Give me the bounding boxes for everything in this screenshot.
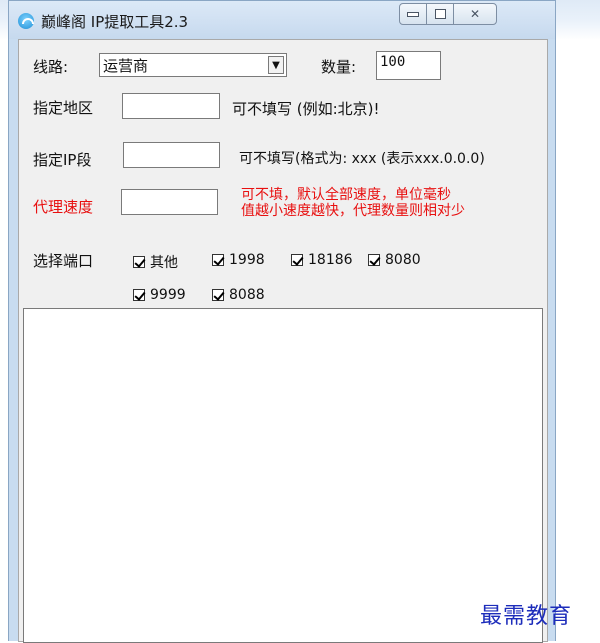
close-icon: ✕: [469, 7, 481, 21]
ip-segment-hint: 可不填写(格式为: xxx (表示xxx.0.0.0): [239, 151, 485, 167]
ip-segment-label: 指定IP段: [33, 151, 92, 169]
watermark-text: 最需教育: [480, 604, 573, 629]
region-input[interactable]: [122, 93, 220, 119]
region-hint: 可不填写 (例如:北京)!: [232, 100, 380, 118]
app-window: 巅峰阁 IP提取工具2.3 ✕ 线路: 运营商 ▼ 数量: 100 指定地区 可…: [8, 0, 556, 643]
proxy-speed-input[interactable]: [121, 189, 218, 215]
checkbox-checked-icon[interactable]: [291, 254, 303, 266]
port-label: 8088: [229, 287, 265, 303]
port-label: 18186: [308, 252, 353, 268]
maximize-button[interactable]: [426, 3, 454, 25]
quantity-label: 数量:: [321, 58, 357, 76]
title-bar[interactable]: 巅峰阁 IP提取工具2.3 ✕: [9, 1, 555, 39]
port-checkbox-18186[interactable]: 18186: [291, 252, 353, 268]
close-button[interactable]: ✕: [453, 3, 497, 25]
chevron-down-icon[interactable]: ▼: [268, 56, 284, 74]
route-selected-value: 运营商: [103, 57, 149, 75]
region-label: 指定地区: [33, 99, 94, 117]
checkbox-checked-icon[interactable]: [212, 254, 224, 266]
checkbox-checked-icon[interactable]: [212, 289, 224, 301]
route-label: 线路:: [33, 58, 69, 76]
ports-label: 选择端口: [33, 252, 94, 270]
app-icon: [18, 13, 34, 29]
route-select[interactable]: 运营商 ▼: [99, 53, 287, 77]
output-textarea[interactable]: [23, 308, 543, 643]
port-checkbox-9999[interactable]: 9999: [133, 287, 186, 303]
proxy-speed-hint-2: 值越小速度越快，代理数量则相对少: [241, 203, 465, 219]
client-area: 线路: 运营商 ▼ 数量: 100 指定地区 可不填写 (例如:北京)! 指定I…: [18, 39, 548, 643]
checkbox-checked-icon[interactable]: [133, 289, 145, 301]
port-label: 其他: [150, 255, 178, 271]
checkbox-checked-icon[interactable]: [133, 256, 145, 268]
port-checkbox-other[interactable]: 其他: [133, 252, 178, 272]
ip-segment-input[interactable]: [123, 142, 220, 168]
window-title: 巅峰阁 IP提取工具2.3: [41, 13, 189, 31]
port-label: 9999: [150, 287, 186, 303]
proxy-speed-label: 代理速度: [33, 198, 94, 216]
port-checkbox-8080[interactable]: 8080: [368, 252, 421, 268]
quantity-input[interactable]: 100: [376, 51, 441, 80]
checkbox-checked-icon[interactable]: [368, 254, 380, 266]
proxy-speed-hint-1: 可不填，默认全部速度，单位毫秒: [241, 187, 451, 203]
port-label: 1998: [229, 252, 265, 268]
minimize-button[interactable]: [399, 3, 427, 25]
port-label: 8080: [385, 252, 421, 268]
port-checkbox-8088[interactable]: 8088: [212, 287, 265, 303]
port-checkbox-1998[interactable]: 1998: [212, 252, 265, 268]
